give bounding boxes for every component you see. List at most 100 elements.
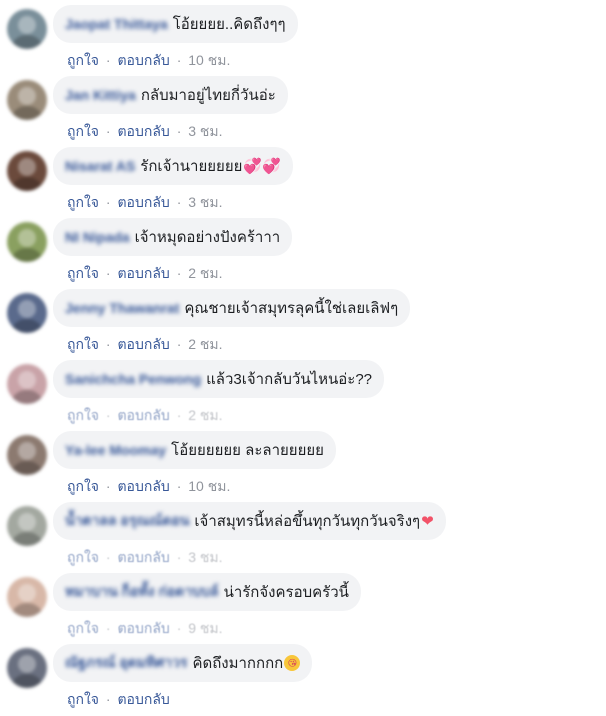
comment: Ya-lee Moomay โอ้ยยยยยย ละลายยยยย ถูกใจ … <box>0 431 606 503</box>
separator: · <box>105 620 111 636</box>
like-button[interactable]: ถูกใจ <box>67 549 99 565</box>
like-button[interactable]: ถูกใจ <box>67 691 99 707</box>
comment-bubble: Nisarat AS รักเจ้านายยยยย 💞💞 <box>53 147 293 185</box>
like-button[interactable]: ถูกใจ <box>67 52 99 68</box>
comment-author[interactable]: NI Nipada <box>65 229 130 245</box>
comment-bubble: NI Nipada เจ้าหมุดอย่างปังคร้าาา <box>53 218 293 256</box>
like-button[interactable]: ถูกใจ <box>67 620 99 636</box>
timestamp[interactable]: 9 ชม. <box>188 620 222 636</box>
comment-actions: ถูกใจ · ตอบกลับ · 2 ชม. <box>67 263 223 285</box>
like-button[interactable]: ถูกใจ <box>67 478 99 494</box>
comment-actions: ถูกใจ · ตอบกลับ · 3 ชม. <box>67 121 223 143</box>
timestamp[interactable]: 2 ชม. <box>188 265 222 281</box>
avatar[interactable] <box>7 293 47 333</box>
comment-text: กลับมาอยู่ไทยกี่วันอ่ะ <box>140 87 276 104</box>
timestamp[interactable]: 3 ชม. <box>188 549 222 565</box>
avatar[interactable] <box>7 435 47 475</box>
comment-text: รักเจ้านายยยยย <box>140 158 243 175</box>
separator: · <box>176 123 182 139</box>
separator: · <box>105 265 111 281</box>
like-button[interactable]: ถูกใจ <box>67 407 99 423</box>
comment-author[interactable]: Sanichcha Penwong <box>65 371 201 387</box>
comment-text: โอ้ยยยยยย ละลายยยยย <box>171 442 324 459</box>
timestamp[interactable]: 10 ชม. <box>188 478 230 494</box>
timestamp[interactable]: 2 ชม. <box>188 336 222 352</box>
reply-button[interactable]: ตอบกลับ <box>117 549 169 565</box>
avatar[interactable] <box>7 9 47 49</box>
comment-bubble: ณัฐภรณ์ อุดมทิศาวร คิดถึงมากกกก 😘 <box>53 644 313 682</box>
comment-text: โอ้ยยยย..คิดถึงๆๆ <box>172 16 286 33</box>
comment-author[interactable]: Nisarat AS <box>65 158 135 174</box>
separator: · <box>176 336 182 352</box>
avatar[interactable] <box>7 151 47 191</box>
separator: · <box>105 478 111 494</box>
comment-bubble: Ya-lee Moomay โอ้ยยยยยย ละลายยยยย <box>53 431 336 469</box>
separator: · <box>105 691 111 707</box>
comment-text: คุณชายเจ้าสมุทรลุคนี้ใช่เลยเลิฟๆ <box>184 300 399 317</box>
reply-button[interactable]: ตอบกลับ <box>117 336 169 352</box>
separator: · <box>105 407 111 423</box>
reply-button[interactable]: ตอบกลับ <box>117 407 169 423</box>
like-button[interactable]: ถูกใจ <box>67 265 99 281</box>
comment-text: น่ารักจังครอบครัวนี้ <box>223 584 349 601</box>
avatar[interactable] <box>7 364 47 404</box>
like-button[interactable]: ถูกใจ <box>67 336 99 352</box>
separator: · <box>105 52 111 68</box>
reply-button[interactable]: ตอบกลับ <box>117 620 169 636</box>
comment-author[interactable]: น้ำตาลล อรุณณ์ดอน <box>65 510 189 532</box>
comment-author[interactable]: Ya-lee Moomay <box>65 442 166 458</box>
separator: · <box>176 549 182 565</box>
comment: Nisarat AS รักเจ้านายยยยย 💞💞 ถูกใจ · ตอบ… <box>0 147 606 219</box>
timestamp[interactable]: 10 ชม. <box>188 52 230 68</box>
heart-icon: 💞💞 <box>243 158 281 175</box>
separator: · <box>105 194 111 210</box>
comment-author[interactable]: Jenny Thawanrat <box>65 300 179 316</box>
like-button[interactable]: ถูกใจ <box>67 123 99 139</box>
comment-actions: ถูกใจ · ตอบกลับ <box>67 689 170 711</box>
comment-bubble: Jaopat Thittaya โอ้ยยยย..คิดถึงๆๆ <box>53 5 298 43</box>
comment-actions: ถูกใจ · ตอบกลับ · 10 ชม. <box>67 50 230 72</box>
avatar[interactable] <box>7 222 47 262</box>
avatar[interactable] <box>7 80 47 120</box>
timestamp[interactable]: 3 ชม. <box>188 123 222 139</box>
avatar[interactable] <box>7 506 47 546</box>
comment-actions: ถูกใจ · ตอบกลับ · 9 ชม. <box>67 618 223 640</box>
timestamp[interactable]: 2 ชม. <box>188 407 222 423</box>
comment-actions: ถูกใจ · ตอบกลับ · 2 ชม. <box>67 334 223 356</box>
comment: Jenny Thawanrat คุณชายเจ้าสมุทรลุคนี้ใช่… <box>0 289 606 361</box>
comment: ณัฐภรณ์ อุดมทิศาวร คิดถึงมากกกก 😘 ถูกใจ … <box>0 644 606 716</box>
separator: · <box>105 549 111 565</box>
comment-author[interactable]: หมาบาน ก็อทั้ง ก่อดาบบล์ <box>65 581 219 603</box>
reply-button[interactable]: ตอบกลับ <box>117 478 169 494</box>
comment-author[interactable]: Jaopat Thittaya <box>65 16 168 32</box>
comment: Sanichcha Penwong แล้ว3เจ้ากลับวันไหนอ่ะ… <box>0 360 606 432</box>
separator: · <box>176 620 182 636</box>
comment-author[interactable]: Jan Kittiya <box>65 87 136 103</box>
reply-button[interactable]: ตอบกลับ <box>117 265 169 281</box>
comment-bubble: Sanichcha Penwong แล้ว3เจ้ากลับวันไหนอ่ะ… <box>53 360 385 398</box>
separator: · <box>105 123 111 139</box>
timestamp[interactable]: 3 ชม. <box>188 194 222 210</box>
comment-author[interactable]: ณัฐภรณ์ อุดมทิศาวร <box>65 652 187 674</box>
separator: · <box>176 52 182 68</box>
comment: Jan Kittiya กลับมาอยู่ไทยกี่วันอ่ะ ถูกใจ… <box>0 76 606 148</box>
comment: NI Nipada เจ้าหมุดอย่างปังคร้าาา ถูกใจ ·… <box>0 218 606 290</box>
avatar[interactable] <box>7 577 47 617</box>
comment-text: เจ้าสมุทรนี้หล่อขึ้นทุกวันทุกวันจริงๆ <box>194 513 421 530</box>
comment-text: เจ้าหมุดอย่างปังคร้าาา <box>134 229 281 246</box>
comment: น้ำตาลล อรุณณ์ดอน เจ้าสมุทรนี้หล่อขึ้นทุ… <box>0 502 606 574</box>
like-button[interactable]: ถูกใจ <box>67 194 99 210</box>
reply-button[interactable]: ตอบกลับ <box>117 52 169 68</box>
comment-bubble: Jenny Thawanrat คุณชายเจ้าสมุทรลุคนี้ใช่… <box>53 289 411 327</box>
separator: · <box>176 478 182 494</box>
separator: · <box>176 407 182 423</box>
comment-actions: ถูกใจ · ตอบกลับ · 2 ชม. <box>67 405 223 427</box>
reply-button[interactable]: ตอบกลับ <box>117 194 169 210</box>
comment-bubble: Jan Kittiya กลับมาอยู่ไทยกี่วันอ่ะ <box>53 76 288 114</box>
reply-button[interactable]: ตอบกลับ <box>117 691 169 707</box>
heart-icon: ❤ <box>421 513 434 530</box>
avatar[interactable] <box>7 648 47 688</box>
separator: · <box>176 194 182 210</box>
comment-bubble: หมาบาน ก็อทั้ง ก่อดาบบล์ น่ารักจังครอบคร… <box>53 573 361 611</box>
reply-button[interactable]: ตอบกลับ <box>117 123 169 139</box>
